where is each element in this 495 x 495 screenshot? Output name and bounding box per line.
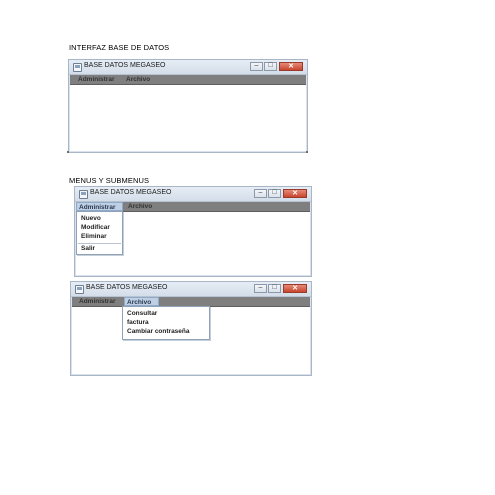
menu-archivo[interactable]: Archivo: [124, 297, 159, 306]
window-base-datos-administrar: BASE DATOS MEGASEO – □ ✕ Administrar Arc…: [74, 186, 312, 277]
minimize-button[interactable]: –: [254, 284, 267, 293]
selection-handle: [67, 151, 69, 153]
menu-bar: Administrar Archivo: [70, 75, 306, 85]
menu-administrar[interactable]: Administrar: [76, 202, 123, 211]
heading-menus: MENUS Y SUBMENUS: [69, 176, 150, 185]
java-app-icon: [79, 190, 88, 199]
selection-handle: [306, 151, 308, 153]
dropdown-archivo: Consultar factura Cambiar contraseña: [122, 306, 210, 340]
maximize-icon: □: [272, 284, 277, 291]
java-app-icon: [73, 63, 82, 72]
title-bar[interactable]: BASE DATOS MEGASEO – □ ✕: [71, 282, 311, 297]
window-title: BASE DATOS MEGASEO: [90, 189, 172, 196]
menu-archivo[interactable]: Archivo: [126, 202, 154, 211]
minimize-button[interactable]: –: [254, 189, 267, 198]
menu-item-eliminar[interactable]: Eliminar: [81, 233, 107, 240]
close-icon: ✕: [292, 190, 298, 197]
menu-administrar[interactable]: Administrar: [76, 75, 116, 84]
menu-item-modificar[interactable]: Modificar: [81, 224, 110, 231]
java-app-icon: [75, 285, 84, 294]
menu-item-cambiar-contrasena[interactable]: Cambiar contraseña: [127, 328, 190, 335]
maximize-button[interactable]: □: [264, 62, 277, 71]
maximize-icon: □: [268, 62, 273, 69]
window-base-datos: BASE DATOS MEGASEO – □ ✕ Administrar Arc…: [68, 59, 308, 153]
close-button[interactable]: ✕: [279, 62, 303, 71]
heading-interfaz: INTERFAZ BASE DE DATOS: [69, 43, 170, 52]
menu-item-consultar[interactable]: Consultar: [127, 310, 157, 317]
menu-administrar[interactable]: Administrar: [77, 297, 117, 306]
window-base-datos-archivo: BASE DATOS MEGASEO – □ ✕ Administrar Arc…: [70, 281, 312, 376]
title-bar[interactable]: BASE DATOS MEGASEO – □ ✕: [69, 60, 307, 75]
minimize-icon: –: [254, 62, 259, 69]
close-icon: ✕: [292, 285, 298, 292]
close-button[interactable]: ✕: [283, 284, 307, 293]
minimize-icon: –: [258, 284, 263, 291]
minimize-icon: –: [258, 189, 263, 196]
window-title: BASE DATOS MEGASEO: [84, 62, 166, 69]
window-title: BASE DATOS MEGASEO: [86, 284, 168, 291]
minimize-button[interactable]: –: [250, 62, 263, 71]
maximize-button[interactable]: □: [268, 284, 281, 293]
maximize-button[interactable]: □: [268, 189, 281, 198]
close-icon: ✕: [288, 63, 294, 70]
menu-item-salir[interactable]: Salir: [81, 245, 95, 252]
menu-item-factura[interactable]: factura: [127, 319, 149, 326]
menu-item-nuevo[interactable]: Nuevo: [81, 215, 101, 222]
dropdown-administrar: Nuevo Modificar Eliminar Salir: [76, 211, 123, 255]
title-bar[interactable]: BASE DATOS MEGASEO – □ ✕: [75, 187, 311, 202]
menu-archivo[interactable]: Archivo: [124, 75, 152, 84]
menu-separator: [78, 243, 121, 244]
close-button[interactable]: ✕: [283, 189, 307, 198]
maximize-icon: □: [272, 189, 277, 196]
